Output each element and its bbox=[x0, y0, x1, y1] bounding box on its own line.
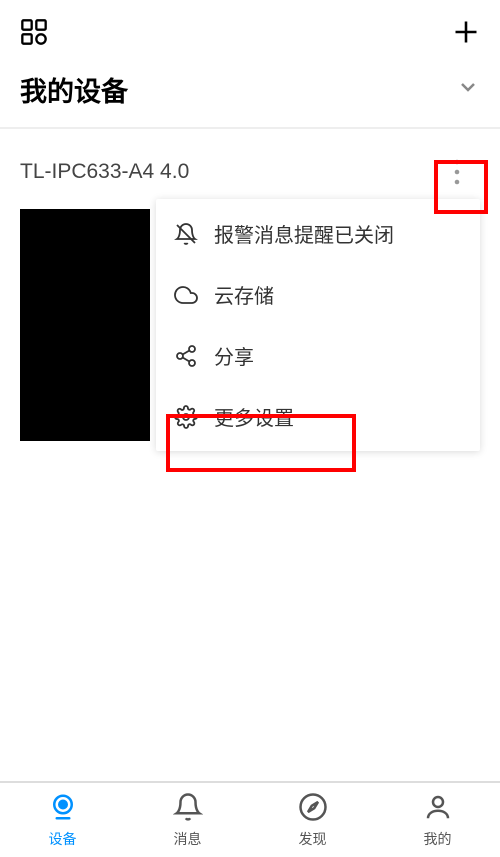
camera-preview[interactable] bbox=[20, 209, 150, 441]
cloud-icon bbox=[174, 283, 198, 307]
page-title: 我的设备 bbox=[20, 70, 128, 109]
menu-item-cloud-storage[interactable]: 云存储 bbox=[156, 264, 480, 325]
nav-item-discover[interactable]: 发现 bbox=[250, 783, 375, 857]
bell-off-icon bbox=[174, 222, 198, 246]
chevron-down-icon[interactable] bbox=[456, 75, 480, 104]
menu-item-label: 报警消息提醒已关闭 bbox=[214, 219, 394, 248]
menu-item-alarm-off[interactable]: 报警消息提醒已关闭 bbox=[156, 203, 480, 264]
gear-icon bbox=[174, 405, 198, 429]
user-icon bbox=[423, 792, 453, 827]
device-more-button[interactable] bbox=[434, 149, 480, 195]
camera-icon bbox=[48, 792, 78, 827]
share-icon bbox=[174, 344, 198, 368]
menu-item-label: 云存储 bbox=[214, 280, 274, 309]
nav-item-label: 我的 bbox=[424, 829, 452, 849]
menu-item-label: 分享 bbox=[214, 341, 254, 370]
grid-view-icon[interactable] bbox=[20, 18, 48, 51]
menu-item-share[interactable]: 分享 bbox=[156, 325, 480, 386]
nav-item-messages[interactable]: 消息 bbox=[125, 783, 250, 857]
nav-item-label: 设备 bbox=[49, 829, 77, 849]
add-device-icon[interactable] bbox=[452, 18, 480, 51]
bottom-nav: 设备 消息 发现 我的 bbox=[0, 781, 500, 857]
device-name: TL-IPC633-A4 4.0 bbox=[20, 160, 189, 184]
device-context-menu: 报警消息提醒已关闭 云存储 分享 bbox=[156, 199, 480, 451]
nav-item-mine[interactable]: 我的 bbox=[375, 783, 500, 857]
compass-icon bbox=[298, 792, 328, 827]
menu-item-label: 更多设置 bbox=[214, 402, 294, 431]
nav-item-label: 发现 bbox=[299, 829, 327, 849]
menu-item-more-settings[interactable]: 更多设置 bbox=[156, 386, 480, 447]
nav-item-label: 消息 bbox=[174, 829, 202, 849]
bell-icon bbox=[173, 792, 203, 827]
nav-item-devices[interactable]: 设备 bbox=[0, 783, 125, 857]
